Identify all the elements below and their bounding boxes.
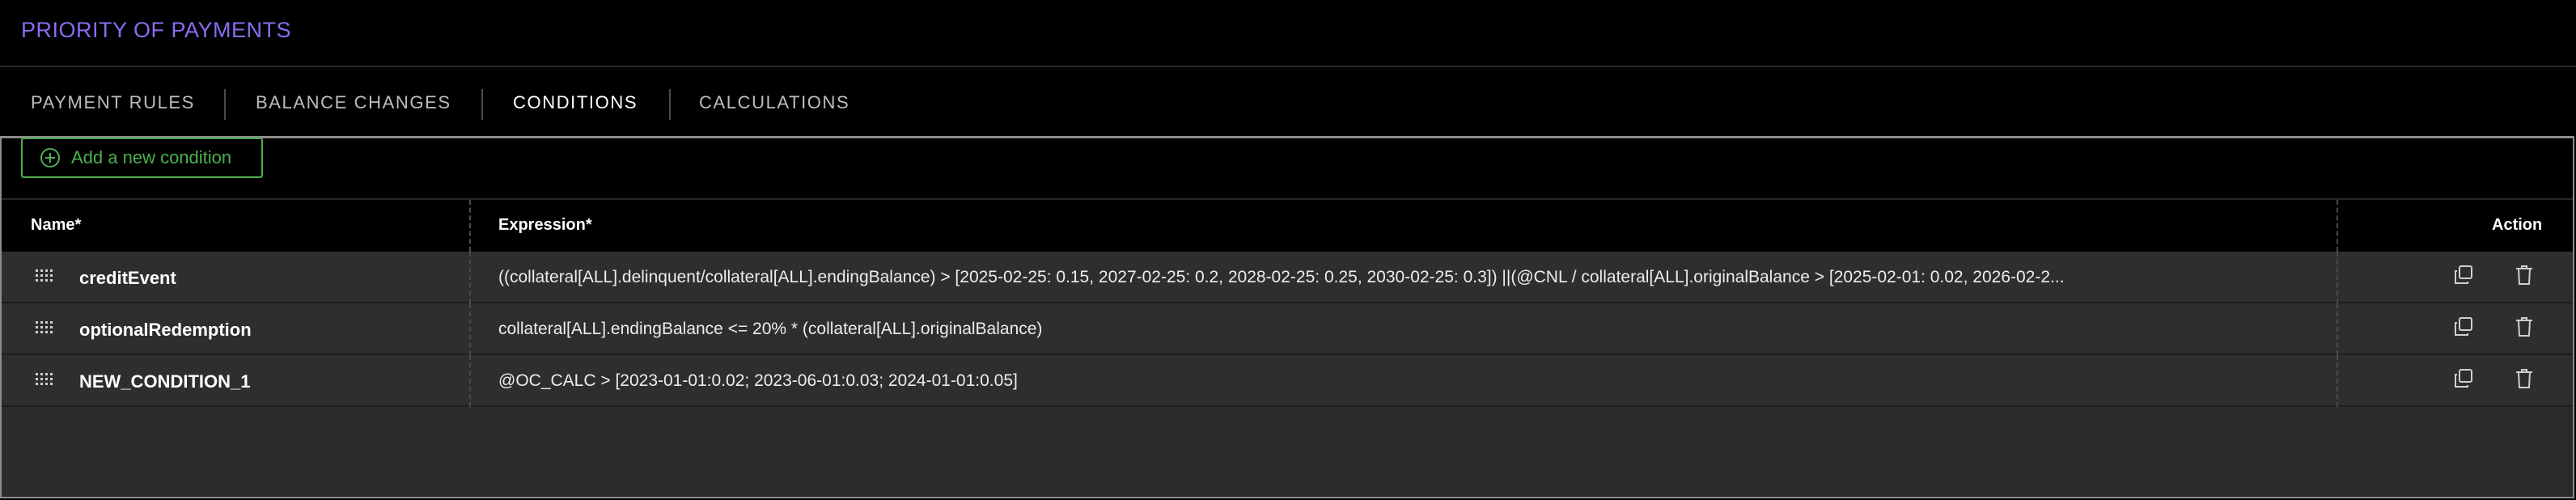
tab-divider (669, 89, 671, 120)
add-condition-label: Add a new condition (71, 147, 232, 167)
trash-icon[interactable] (2512, 263, 2536, 287)
condition-expression: collateral[ALL].endingBalance <= 20% * (… (498, 320, 1043, 338)
column-divider (2337, 303, 2338, 355)
copy-icon[interactable] (2451, 315, 2476, 339)
copy-icon[interactable] (2451, 263, 2476, 287)
page-title: PRIORITY OF PAYMENTS (21, 18, 292, 42)
condition-name: optionalRedemption (79, 320, 252, 340)
plus-circle-icon (40, 148, 60, 167)
drag-handle-icon[interactable] (36, 373, 55, 386)
drag-handle-icon[interactable] (36, 321, 55, 334)
condition-name: creditEvent (79, 268, 176, 288)
copy-icon[interactable] (2451, 367, 2476, 391)
table-header: Name* Expression* Action (2, 198, 2573, 252)
column-header-action: Action (2492, 216, 2543, 234)
trash-icon[interactable] (2512, 315, 2536, 339)
column-divider (469, 252, 471, 303)
tab-divider (481, 89, 483, 120)
tab-payment-rules[interactable]: PAYMENT RULES (31, 92, 195, 113)
column-divider (469, 200, 471, 252)
add-condition-button[interactable]: Add a new condition (21, 138, 263, 178)
condition-expression: ((collateral[ALL].delinquent/collateral[… (498, 268, 2065, 286)
tab-divider (224, 89, 226, 120)
tab-balance-changes[interactable]: BALANCE CHANGES (256, 92, 451, 113)
table-row[interactable]: NEW_CONDITION_1 @OC_CALC > [2023-01-01:0… (2, 355, 2573, 407)
tab-calculations[interactable]: CALCULATIONS (699, 92, 849, 113)
column-divider (2337, 252, 2338, 303)
table-row[interactable]: optionalRedemption collateral[ALL].endin… (2, 303, 2573, 355)
drag-handle-icon[interactable] (36, 269, 55, 282)
trash-icon[interactable] (2512, 367, 2536, 391)
column-divider (2337, 355, 2338, 407)
table-body: creditEvent ((collateral[ALL].delinquent… (2, 252, 2573, 497)
tab-conditions[interactable]: CONDITIONS (513, 92, 638, 113)
column-divider (469, 355, 471, 407)
column-header-expression: Expression* (498, 216, 592, 234)
column-header-name: Name* (31, 216, 82, 234)
page-header: PRIORITY OF PAYMENTS (0, 0, 2576, 67)
condition-expression: @OC_CALC > [2023-01-01:0.02; 2023-06-01:… (498, 371, 1018, 390)
column-divider (469, 303, 471, 355)
column-divider (2337, 200, 2338, 252)
condition-name: NEW_CONDITION_1 (79, 371, 251, 392)
tab-bar: PAYMENT RULES BALANCE CHANGES CONDITIONS… (0, 68, 2576, 136)
table-row[interactable]: creditEvent ((collateral[ALL].delinquent… (2, 252, 2573, 303)
